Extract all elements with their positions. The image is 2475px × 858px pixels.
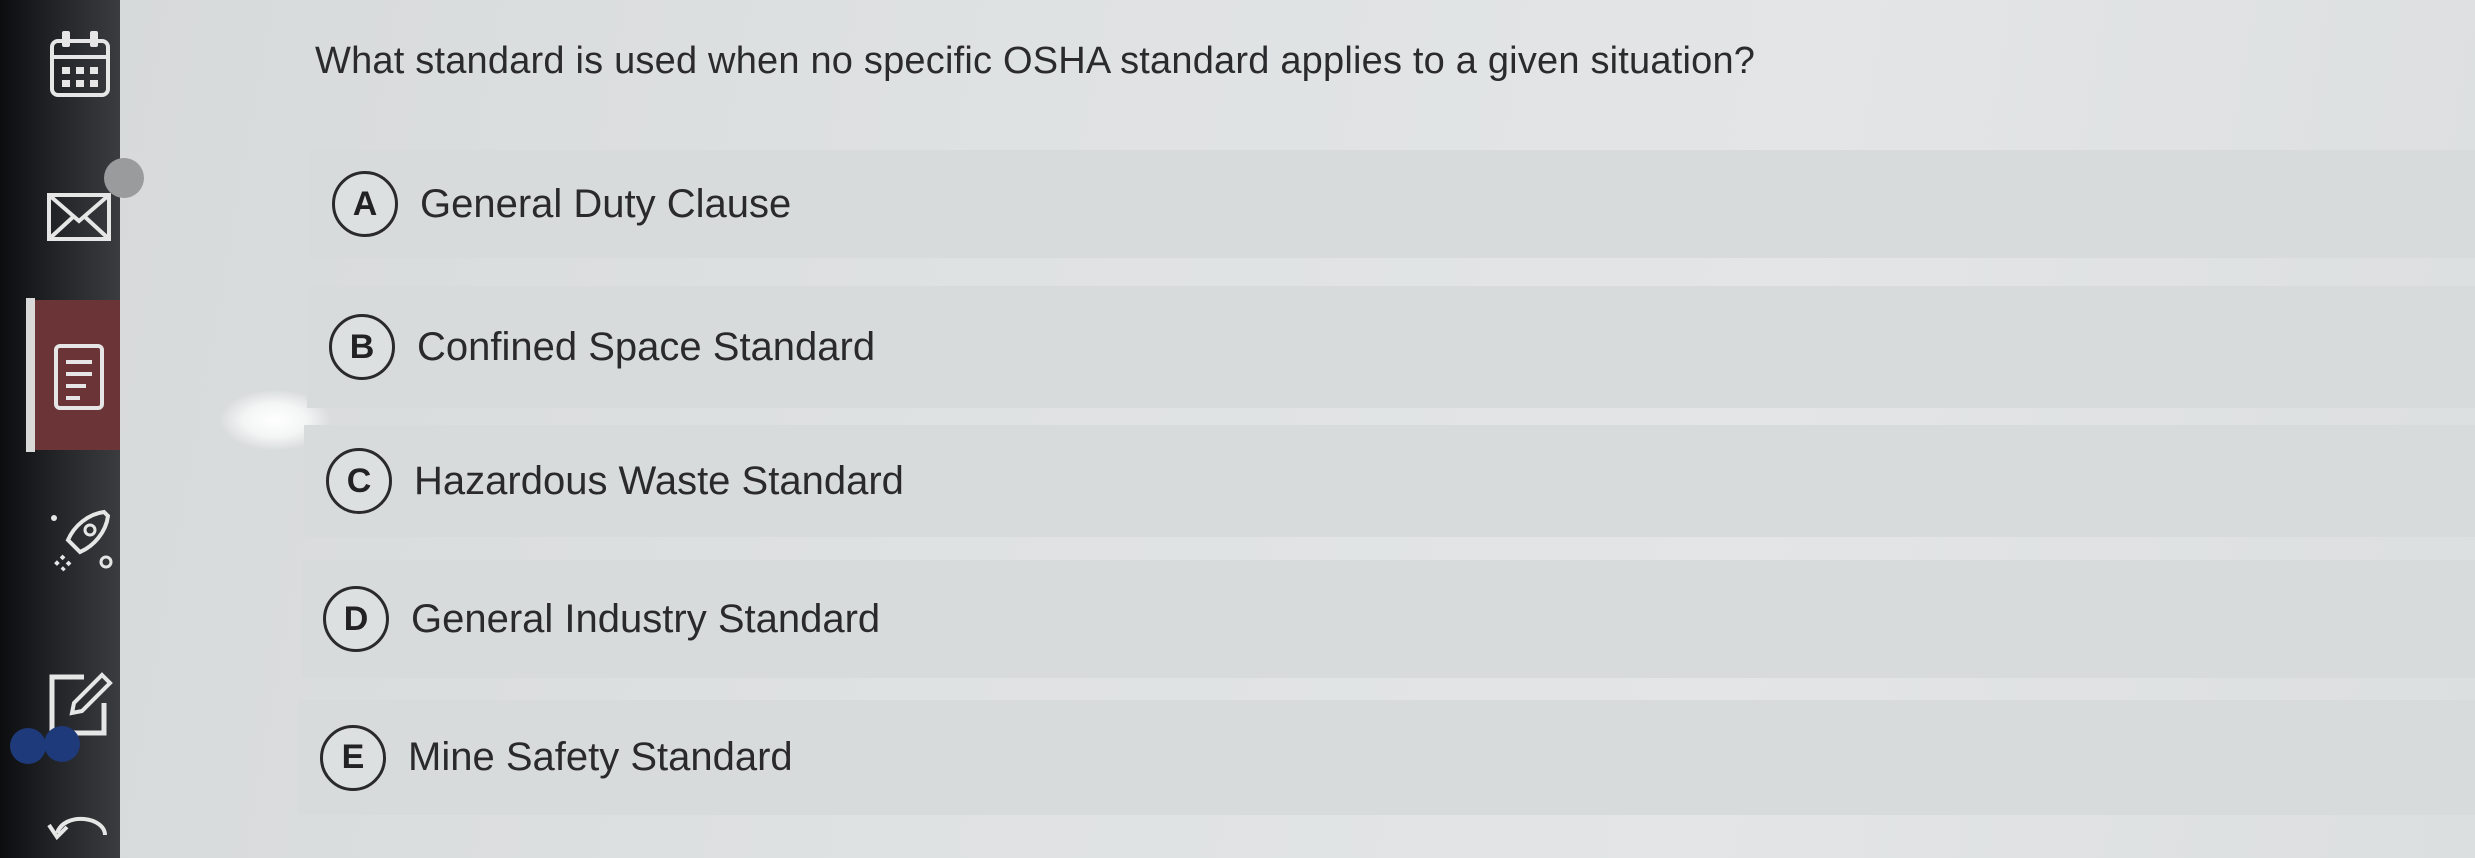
option-letter: D: [323, 586, 389, 652]
status-dot: [10, 728, 46, 764]
option-label: General Duty Clause: [420, 181, 792, 226]
sidebar-active-indicator: [26, 298, 35, 452]
option-letter: C: [326, 448, 392, 514]
back-arrow-icon: [45, 805, 115, 855]
sidebar-item-back[interactable]: [40, 805, 120, 858]
option-letter: A: [332, 171, 398, 237]
status-dot: [44, 726, 80, 762]
option-c[interactable]: C Hazardous Waste Standard: [304, 425, 2475, 537]
sidebar-item-calendar[interactable]: [40, 15, 120, 110]
option-label: Hazardous Waste Standard: [414, 458, 904, 503]
option-letter: B: [329, 314, 395, 380]
calendar-icon: [48, 27, 112, 99]
option-e[interactable]: E Mine Safety Standard: [298, 700, 2475, 815]
question-text: What standard is used when no specific O…: [315, 40, 1756, 82]
document-icon: [50, 342, 110, 414]
sidebar-item-rocket[interactable]: [40, 495, 120, 585]
mail-icon: [45, 185, 115, 245]
rocket-icon: [44, 504, 116, 576]
option-letter: E: [320, 724, 386, 791]
option-d[interactable]: D General Industry Standard: [301, 560, 2475, 678]
option-label: Confined Space Standard: [417, 324, 876, 369]
sidebar: [0, 0, 144, 858]
notification-badge: [104, 158, 144, 198]
option-label: General Industry Standard: [411, 596, 881, 641]
option-b[interactable]: B Confined Space Standard: [307, 286, 2475, 408]
option-a[interactable]: A General Duty Clause: [310, 150, 2475, 258]
sidebar-item-document[interactable]: [40, 330, 120, 425]
option-label: Mine Safety Standard: [408, 735, 793, 779]
